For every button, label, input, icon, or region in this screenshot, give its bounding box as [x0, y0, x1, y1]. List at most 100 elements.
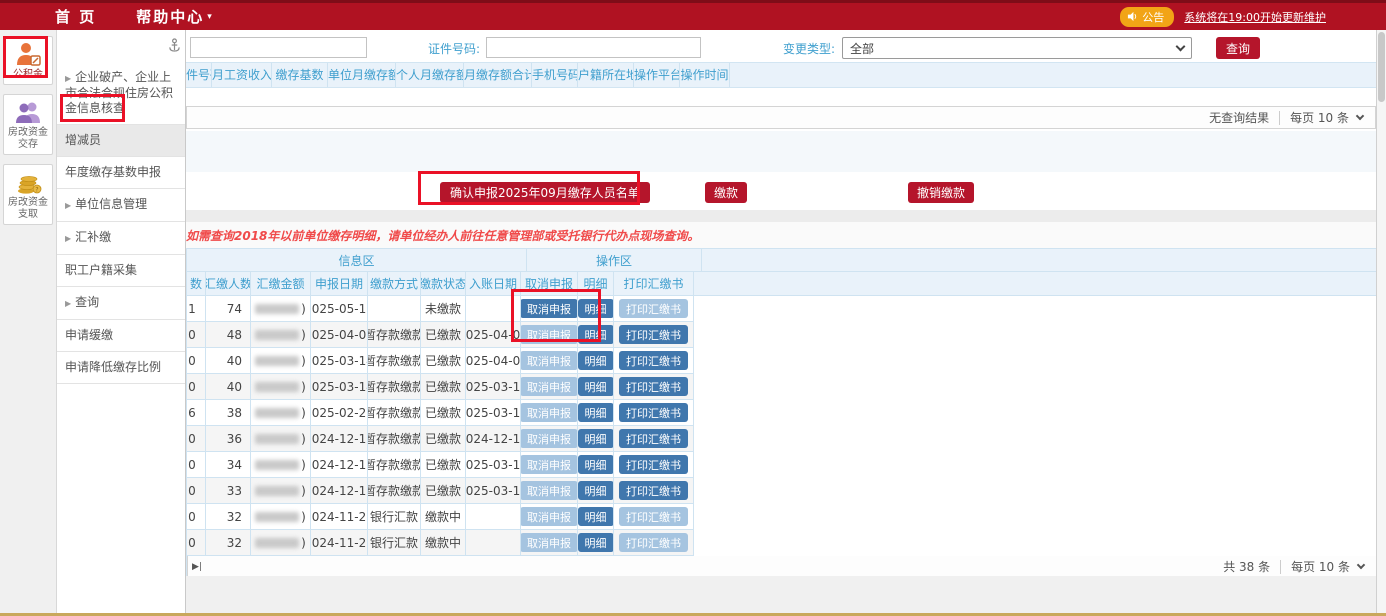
cell-amount-redacted: ) [251, 452, 311, 478]
menu-item-查询[interactable]: ▶ 查询 [57, 287, 185, 320]
expand-arrow-icon: ▶ [65, 299, 71, 308]
redacted-amount-block [255, 408, 299, 418]
row-filler [694, 452, 1377, 478]
menu-item-年度缴存基数申报[interactable]: 年度缴存基数申报 [57, 157, 185, 189]
nav-home[interactable]: 首 页 [55, 6, 96, 27]
scroll-end-icon[interactable]: ▶| [192, 562, 202, 572]
top-header-bar: 首 页 帮助中心▾ 公告 系统将在19:00开始更新维护 [0, 0, 1386, 30]
top-navigation: 首 页 帮助中心▾ [55, 6, 212, 27]
cell-detail: 明细 [578, 400, 614, 426]
change-type-select[interactable]: 全部 [842, 37, 1192, 59]
menu-item-申请缓缴[interactable]: 申请缓缴 [57, 320, 185, 352]
print-remittance-button[interactable]: 打印汇缴书 [619, 481, 688, 500]
maintenance-notice-link[interactable]: 系统将在19:00开始更新维护 [1184, 9, 1326, 25]
detail-button[interactable]: 明细 [578, 377, 614, 396]
sidebar-module-fund[interactable]: 公积金 [3, 36, 53, 85]
fund-person-icon [13, 41, 43, 67]
people-icon [13, 99, 43, 125]
column-header-打印汇缴书: 打印汇缴书 [614, 272, 694, 296]
amount-suffix: ) [301, 302, 306, 316]
pay-button[interactable]: 缴款 [705, 182, 747, 203]
cancel-declare-button[interactable]: 取消申报 [521, 299, 578, 318]
cell-amount-redacted: ) [251, 322, 311, 348]
cell-people-count: 48 [206, 322, 251, 348]
detail-button[interactable]: 明细 [578, 299, 614, 318]
main-content: 证件号码: 变更类型: 全部 查询 件号码月工资收入缴存基数单位月缴存额个人月缴… [186, 30, 1376, 616]
table-group-header-row: 信息区操作区 [187, 249, 1377, 272]
cell-cancel-declare: 取消申报 [521, 426, 578, 452]
table-row: 032)2024-11-22银行汇款缴款中取消申报明细打印汇缴书 [187, 504, 1377, 530]
detail-button[interactable]: 明细 [578, 455, 614, 474]
cell-pay-method: 暂存款缴款 [368, 322, 421, 348]
cell-account-date: 2025-04-09 [466, 322, 521, 348]
divider [1279, 111, 1280, 125]
redacted-amount-block [255, 304, 299, 314]
module-sidebar: 公积金房改资金交存 ?房改资金支取 [0, 30, 57, 616]
table-row: 033)2024-12-12暂存款缴款已缴款2025-03-14取消申报明细打印… [187, 478, 1377, 504]
menu-item-label: 申请降低缴存比例 [65, 360, 161, 374]
header-filler [694, 272, 1377, 296]
amount-suffix: ) [301, 380, 306, 394]
anchor-icon[interactable] [168, 38, 181, 56]
amount-suffix: ) [301, 536, 306, 550]
upper-page-size-select[interactable]: 每页 10 条 [1290, 109, 1349, 126]
nav-help-label: 帮助中心 [136, 6, 204, 27]
menu-item-职工户籍采集[interactable]: 职工户籍采集 [57, 255, 185, 287]
print-remittance-button: 打印汇缴书 [619, 299, 688, 318]
sidebar-module-支取[interactable]: ?房改资金支取 [3, 164, 53, 225]
page-size-select[interactable]: 每页 10 条 [1291, 558, 1350, 575]
print-remittance-button[interactable]: 打印汇缴书 [619, 403, 688, 422]
table-header-row: 数汇缴人数汇缴金额申报日期缴款方式缴款状态入账日期取消申报明细打印汇缴书 [187, 272, 1377, 296]
print-remittance-button[interactable]: 打印汇缴书 [619, 325, 688, 344]
row-filler [694, 426, 1377, 452]
module-label: 公积金 [5, 69, 51, 81]
detail-button[interactable]: 明细 [578, 533, 614, 552]
cell-detail: 明细 [578, 348, 614, 374]
query-button[interactable]: 查询 [1216, 37, 1260, 59]
column-header-汇缴金额: 汇缴金额 [251, 272, 311, 296]
menu-item-增减员[interactable]: 增减员 [57, 125, 185, 157]
nav-help-center[interactable]: 帮助中心▾ [136, 6, 212, 27]
amount-suffix: ) [301, 484, 306, 498]
menu-item-企业破产、企业上市合法合规住房公积金信息核查[interactable]: ▶企业破产、企业上市合法合规住房公积金信息核查 [57, 62, 185, 125]
print-remittance-button[interactable]: 打印汇缴书 [619, 377, 688, 396]
cell-amount-redacted: ) [251, 478, 311, 504]
print-remittance-button[interactable]: 打印汇缴书 [619, 351, 688, 370]
detail-button[interactable]: 明细 [578, 507, 614, 526]
print-remittance-button[interactable]: 打印汇缴书 [619, 455, 688, 474]
redacted-amount-block [255, 486, 299, 496]
detail-button[interactable]: 明细 [578, 481, 614, 500]
print-remittance-button[interactable]: 打印汇缴书 [619, 429, 688, 448]
menu-item-申请降低缴存比例[interactable]: 申请降低缴存比例 [57, 352, 185, 384]
detail-button[interactable]: 明细 [578, 403, 614, 422]
cell-detail: 明细 [578, 426, 614, 452]
confirm-declare-button[interactable]: 确认申报2025年09月缴存人员名单 [440, 182, 650, 203]
cert-number-input[interactable] [486, 37, 701, 58]
detail-button[interactable]: 明细 [578, 429, 614, 448]
upper-column-header: 个人月缴存额 [396, 63, 464, 87]
cancel-pay-button[interactable]: 撤销缴款 [908, 182, 974, 203]
lower-pagination-bar: ▶|共 38 条每页 10 条 [187, 556, 1377, 578]
detail-button[interactable]: 明细 [578, 351, 614, 370]
table-row: 638)2025-02-20暂存款缴款已缴款2025-03-14取消申报明细打印… [187, 400, 1377, 426]
scrollbar-thumb[interactable] [1378, 32, 1385, 102]
menu-item-汇补缴[interactable]: ▶汇补缴 [57, 222, 185, 255]
chevron-down-icon[interactable] [1357, 560, 1365, 568]
cell-print: 打印汇缴书 [614, 426, 694, 452]
cancel-declare-button: 取消申报 [521, 533, 578, 552]
upper-column-header: 月缴存额合计 [464, 63, 532, 87]
amount-suffix: ) [301, 510, 306, 524]
cell-cancel-declare: 取消申报 [521, 374, 578, 400]
vertical-scrollbar[interactable] [1376, 30, 1386, 616]
cell-pay-method: 暂存款缴款 [368, 348, 421, 374]
detail-button[interactable]: 明细 [578, 325, 614, 344]
cell-extra-count: 0 [187, 504, 206, 530]
keyword-input[interactable] [190, 37, 367, 58]
row-filler [694, 296, 1377, 322]
menu-item-label: 查询 [75, 295, 99, 309]
table-row: 048)2025-04-09暂存款缴款已缴款2025-04-09取消申报明细打印… [187, 322, 1377, 348]
chevron-down-icon[interactable] [1356, 111, 1364, 119]
menu-item-单位信息管理[interactable]: ▶单位信息管理 [57, 189, 185, 222]
sidebar-module-交存[interactable]: 房改资金交存 [3, 94, 53, 155]
redacted-amount-block [255, 512, 299, 522]
